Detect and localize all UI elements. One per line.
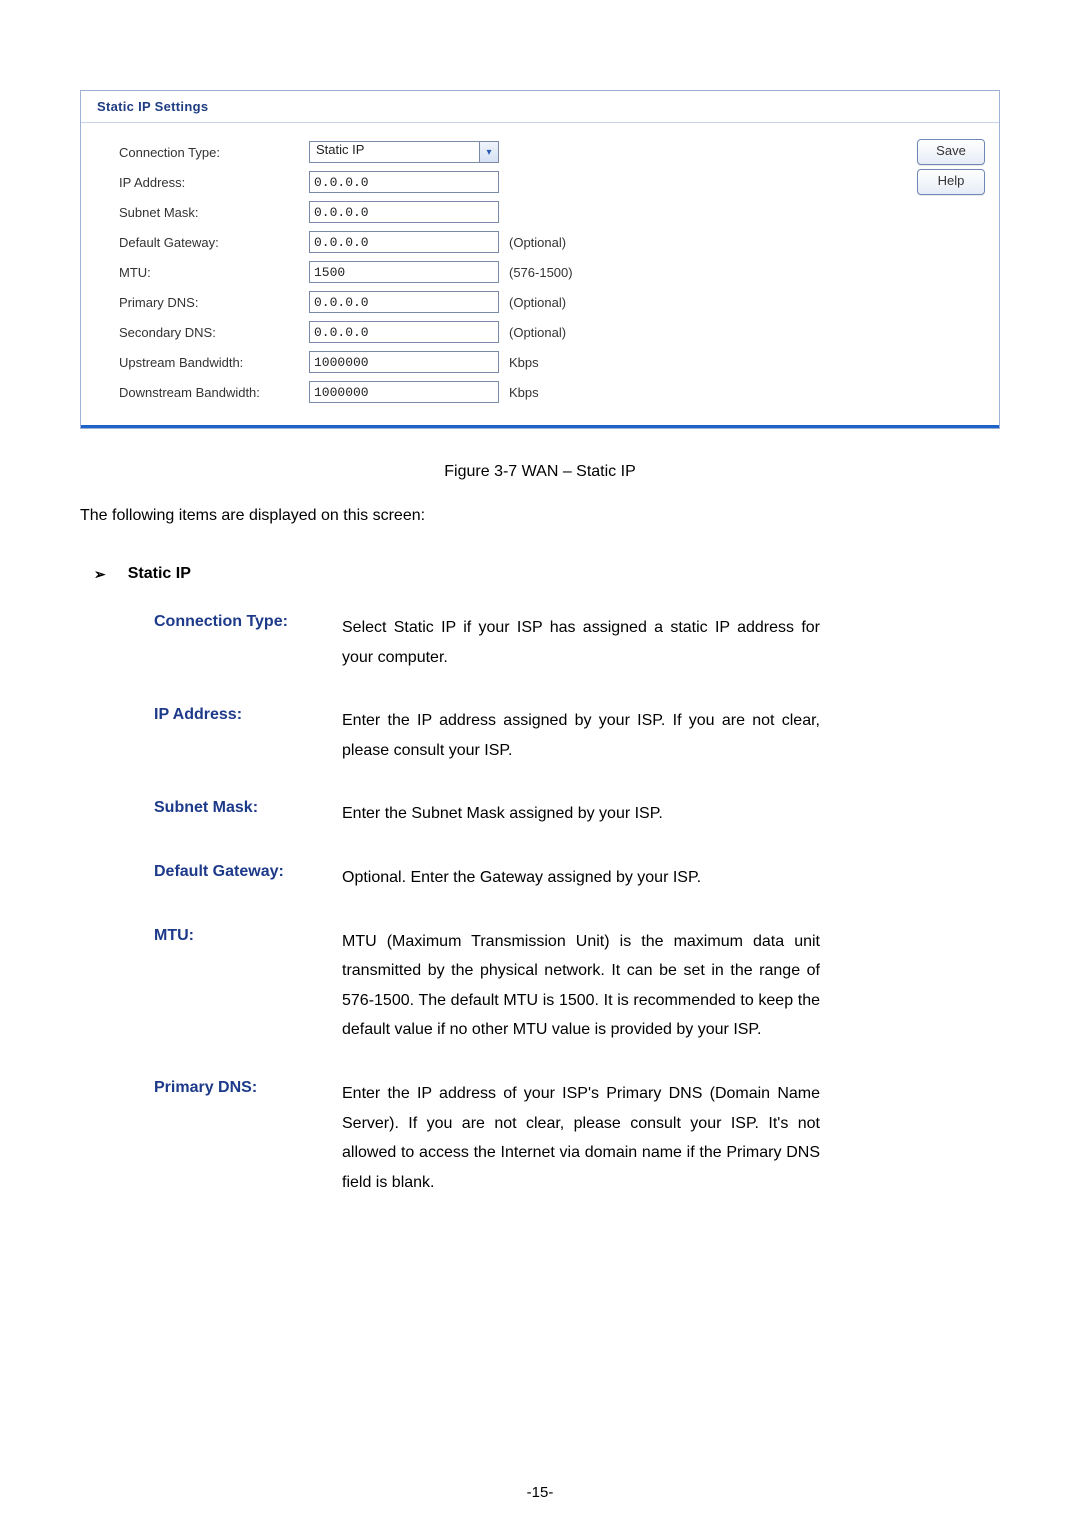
figure-caption: Figure 3-7 WAN – Static IP xyxy=(80,463,1000,481)
row-primary-dns: Primary DNS: (Optional) xyxy=(81,287,999,317)
def-desc: Select Static IP if your ISP has assigne… xyxy=(342,613,820,672)
def-mtu: MTU: MTU (Maximum Transmission Unit) is … xyxy=(154,927,820,1045)
mtu-input[interactable] xyxy=(309,261,499,283)
intro-text: The following items are displayed on thi… xyxy=(80,507,1000,525)
hint-secondary-dns: (Optional) xyxy=(509,325,566,340)
section-heading: ➢ Static IP xyxy=(94,565,1000,583)
def-term: MTU: xyxy=(154,927,316,1045)
hint-default-gateway: (Optional) xyxy=(509,235,566,250)
def-term: Default Gateway: xyxy=(154,863,316,893)
def-term: IP Address: xyxy=(154,706,316,765)
label-mtu: MTU: xyxy=(119,265,309,280)
label-upstream: Upstream Bandwidth: xyxy=(119,355,309,370)
page-number: -15- xyxy=(0,1484,1080,1501)
upstream-input[interactable] xyxy=(309,351,499,373)
row-upstream: Upstream Bandwidth: Kbps xyxy=(81,347,999,377)
def-desc: MTU (Maximum Transmission Unit) is the m… xyxy=(342,927,820,1045)
label-downstream: Downstream Bandwidth: xyxy=(119,385,309,400)
section-heading-text: Static IP xyxy=(128,565,191,583)
row-default-gateway: Default Gateway: (Optional) xyxy=(81,227,999,257)
def-primary-dns: Primary DNS: Enter the IP address of you… xyxy=(154,1079,820,1197)
def-default-gateway: Default Gateway: Optional. Enter the Gat… xyxy=(154,863,820,893)
def-desc: Enter the IP address of your ISP's Prima… xyxy=(342,1079,820,1197)
def-desc: Enter the IP address assigned by your IS… xyxy=(342,706,820,765)
arrow-right-icon: ➢ xyxy=(94,566,106,583)
def-ip-address: IP Address: Enter the IP address assigne… xyxy=(154,706,820,765)
ip-address-input[interactable] xyxy=(309,171,499,193)
primary-dns-input[interactable] xyxy=(309,291,499,313)
row-ip-address: IP Address: xyxy=(81,167,999,197)
label-primary-dns: Primary DNS: xyxy=(119,295,309,310)
row-subnet-mask: Subnet Mask: xyxy=(81,197,999,227)
row-secondary-dns: Secondary DNS: (Optional) xyxy=(81,317,999,347)
panel-body: Connection Type: Static IP ▾ IP Address:… xyxy=(81,122,999,428)
label-ip-address: IP Address: xyxy=(119,175,309,190)
def-desc: Enter the Subnet Mask assigned by your I… xyxy=(342,799,820,829)
row-downstream: Downstream Bandwidth: Kbps xyxy=(81,377,999,407)
def-desc: Optional. Enter the Gateway assigned by … xyxy=(342,863,820,893)
hint-upstream: Kbps xyxy=(509,355,539,370)
row-connection-type: Connection Type: Static IP ▾ xyxy=(81,137,999,167)
label-subnet-mask: Subnet Mask: xyxy=(119,205,309,220)
hint-mtu: (576-1500) xyxy=(509,265,573,280)
label-connection-type: Connection Type: xyxy=(119,145,309,160)
def-term: Subnet Mask: xyxy=(154,799,316,829)
definitions-list: Connection Type: Select Static IP if you… xyxy=(154,613,820,1197)
default-gateway-input[interactable] xyxy=(309,231,499,253)
secondary-dns-input[interactable] xyxy=(309,321,499,343)
label-secondary-dns: Secondary DNS: xyxy=(119,325,309,340)
def-subnet-mask: Subnet Mask: Enter the Subnet Mask assig… xyxy=(154,799,820,829)
row-mtu: MTU: (576-1500) xyxy=(81,257,999,287)
label-default-gateway: Default Gateway: xyxy=(119,235,309,250)
connection-type-select[interactable]: Static IP xyxy=(309,141,499,163)
downstream-input[interactable] xyxy=(309,381,499,403)
static-ip-settings-panel: Static IP Settings Save Help Connection … xyxy=(80,90,1000,429)
panel-title: Static IP Settings xyxy=(81,91,999,122)
subnet-mask-input[interactable] xyxy=(309,201,499,223)
def-term: Connection Type: xyxy=(154,613,316,672)
chevron-down-icon: ▾ xyxy=(479,142,498,162)
def-term: Primary DNS: xyxy=(154,1079,316,1197)
connection-type-select-wrap[interactable]: Static IP ▾ xyxy=(309,141,499,163)
def-connection-type: Connection Type: Select Static IP if you… xyxy=(154,613,820,672)
hint-downstream: Kbps xyxy=(509,385,539,400)
hint-primary-dns: (Optional) xyxy=(509,295,566,310)
